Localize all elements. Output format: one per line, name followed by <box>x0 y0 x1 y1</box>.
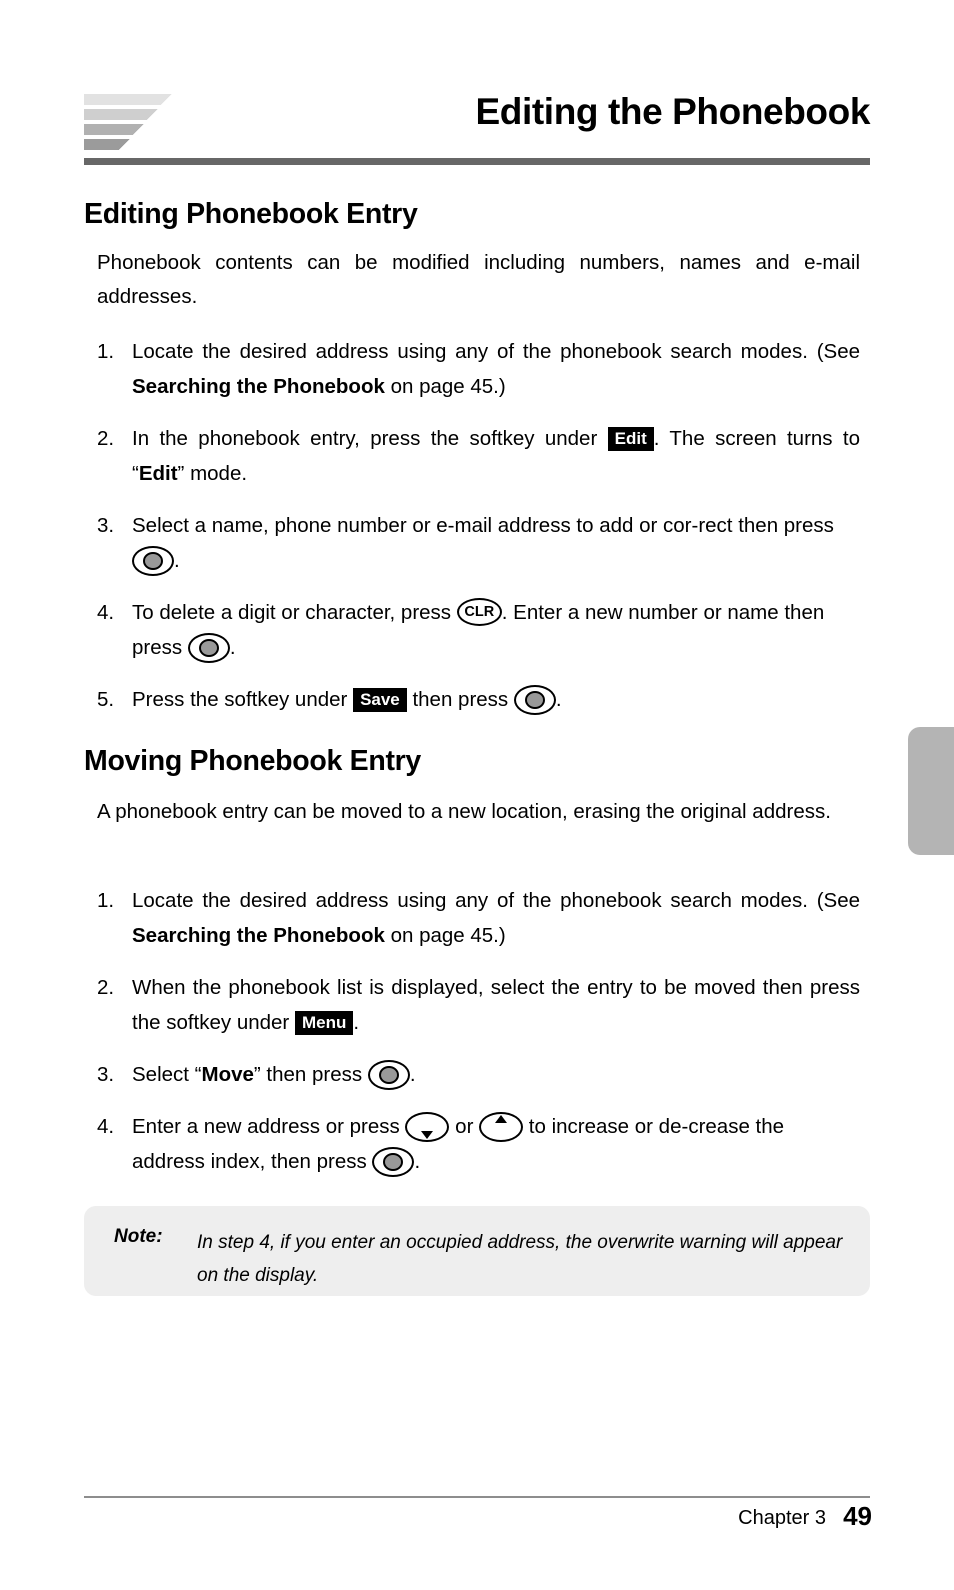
step-text-part: . <box>229 636 236 659</box>
list-item-text: In the phonebook entry, press the softke… <box>132 421 860 491</box>
section-intro-moving: A phonebook entry can be moved to a new … <box>97 800 831 823</box>
list-item-text: To delete a digit or character, press CL… <box>132 595 860 665</box>
cross-reference-bold: Searching the Phonebook <box>132 375 385 398</box>
step-text-part: . <box>409 1063 416 1086</box>
list-item-number: 2. <box>97 976 115 999</box>
list-item-text: When the phonebook list is displayed, se… <box>132 970 860 1040</box>
step-text-part: ” then press <box>253 1063 368 1086</box>
list-item-number: 4. <box>97 1115 115 1138</box>
step-text-part: ” mode. <box>177 462 248 485</box>
step-text-part: . <box>174 549 180 572</box>
note-text: In step 4, if you enter an occupied addr… <box>197 1232 843 1286</box>
list-item-number: 1. <box>97 889 115 912</box>
softkey-badge-edit[interactable]: Edit <box>607 427 654 451</box>
step-text-part: . <box>555 688 562 711</box>
list-item: 2. When the phonebook list is displayed,… <box>97 970 860 1040</box>
select-key-icon[interactable] <box>367 1060 410 1090</box>
list-item: 3. Select a name, phone number or e-mail… <box>97 508 860 578</box>
footer-page-number: 49 <box>843 1501 872 1531</box>
note-label: Note: <box>114 1226 163 1247</box>
clr-key-label: CLR <box>464 603 495 620</box>
step-text-part: . <box>353 1011 360 1034</box>
mode-name-bold: Edit <box>138 462 178 485</box>
select-key-icon[interactable] <box>132 546 174 576</box>
step-text-part: Press the softkey under <box>132 688 354 711</box>
list-item: 3. Select “Move” then press . <box>97 1057 860 1092</box>
list-item-number: 1. <box>97 340 115 363</box>
step-text-part: . <box>414 1150 421 1173</box>
clr-key-icon[interactable]: CLR <box>456 598 502 626</box>
step-text-part: Select “ <box>132 1063 202 1086</box>
select-key-icon[interactable] <box>372 1147 415 1177</box>
step-text-part: on page 45.) <box>384 375 506 398</box>
list-item-text: Select a name, phone number or e-mail ad… <box>132 508 860 578</box>
softkey-badge-menu[interactable]: Menu <box>294 1011 354 1035</box>
select-key-icon[interactable] <box>187 633 230 663</box>
section-heading-moving-phonebook-entry: Moving Phonebook Entry <box>84 745 421 777</box>
list-item-text: Press the softkey under Save then press … <box>132 682 860 717</box>
footer-chapter-label: Chapter 3 <box>738 1507 826 1529</box>
step-text-part: Locate the desired address using any of … <box>132 340 860 363</box>
list-item: 1. Locate the desired address using any … <box>97 883 860 953</box>
list-item-text: Locate the desired address using any of … <box>132 334 860 404</box>
cross-reference-bold: Searching the Phonebook <box>132 924 385 947</box>
header-divider <box>84 158 870 165</box>
step-text-part: To delete a digit or character, press <box>132 601 457 624</box>
section-heading-editing-phonebook-entry: Editing Phonebook Entry <box>84 198 418 230</box>
list-item: 4. Enter a new address or press or to in… <box>97 1109 860 1179</box>
list-item: 5. Press the softkey under Save then pre… <box>97 682 860 717</box>
list-item-number: 3. <box>97 1063 115 1086</box>
list-item-number: 4. <box>97 601 115 624</box>
step-text-part: Enter a new address or press <box>132 1115 406 1138</box>
down-arrow-key-icon[interactable] <box>405 1112 450 1142</box>
step-text-part: In the phonebook entry, press the softke… <box>132 427 608 450</box>
list-item-number: 2. <box>97 427 115 450</box>
page-title: Editing the Phonebook <box>475 91 871 132</box>
list-item: 4. To delete a digit or character, press… <box>97 595 860 665</box>
step-text-part: When the phonebook list is displayed, se… <box>132 976 860 1034</box>
note-box: Note: In step 4, if you enter an occupie… <box>84 1206 870 1296</box>
select-key-icon[interactable] <box>513 685 556 715</box>
list-item: 1. Locate the desired address using any … <box>97 334 860 404</box>
list-item: 2. In the phonebook entry, press the sof… <box>97 421 860 491</box>
list-item-text: Locate the desired address using any of … <box>132 883 860 953</box>
step-text-part: Select a name, phone number or e-mail ad… <box>132 514 834 537</box>
list-item-text: Select “Move” then press . <box>132 1057 860 1092</box>
step-text-part: then press <box>406 688 514 711</box>
footer-divider <box>84 1496 870 1498</box>
section-intro-editing: Phonebook contents can be modified inclu… <box>97 251 860 308</box>
list-item-text: Enter a new address or press or to incre… <box>132 1109 860 1179</box>
softkey-badge-save[interactable]: Save <box>353 688 407 712</box>
menu-option-bold: Move <box>201 1063 254 1086</box>
document-page: Editing the Phonebook Editing Phonebook … <box>0 0 954 1590</box>
list-item-number: 3. <box>97 514 115 537</box>
step-text-part: on page 45.) <box>384 924 506 947</box>
chapter-thumb-tab <box>908 727 954 855</box>
step-text-part: Locate the desired address using any of … <box>132 889 860 912</box>
chevron-stack-logo-icon <box>84 94 188 154</box>
up-arrow-key-icon[interactable] <box>479 1112 524 1142</box>
step-text-part: or <box>449 1115 480 1138</box>
list-item-number: 5. <box>97 688 115 711</box>
